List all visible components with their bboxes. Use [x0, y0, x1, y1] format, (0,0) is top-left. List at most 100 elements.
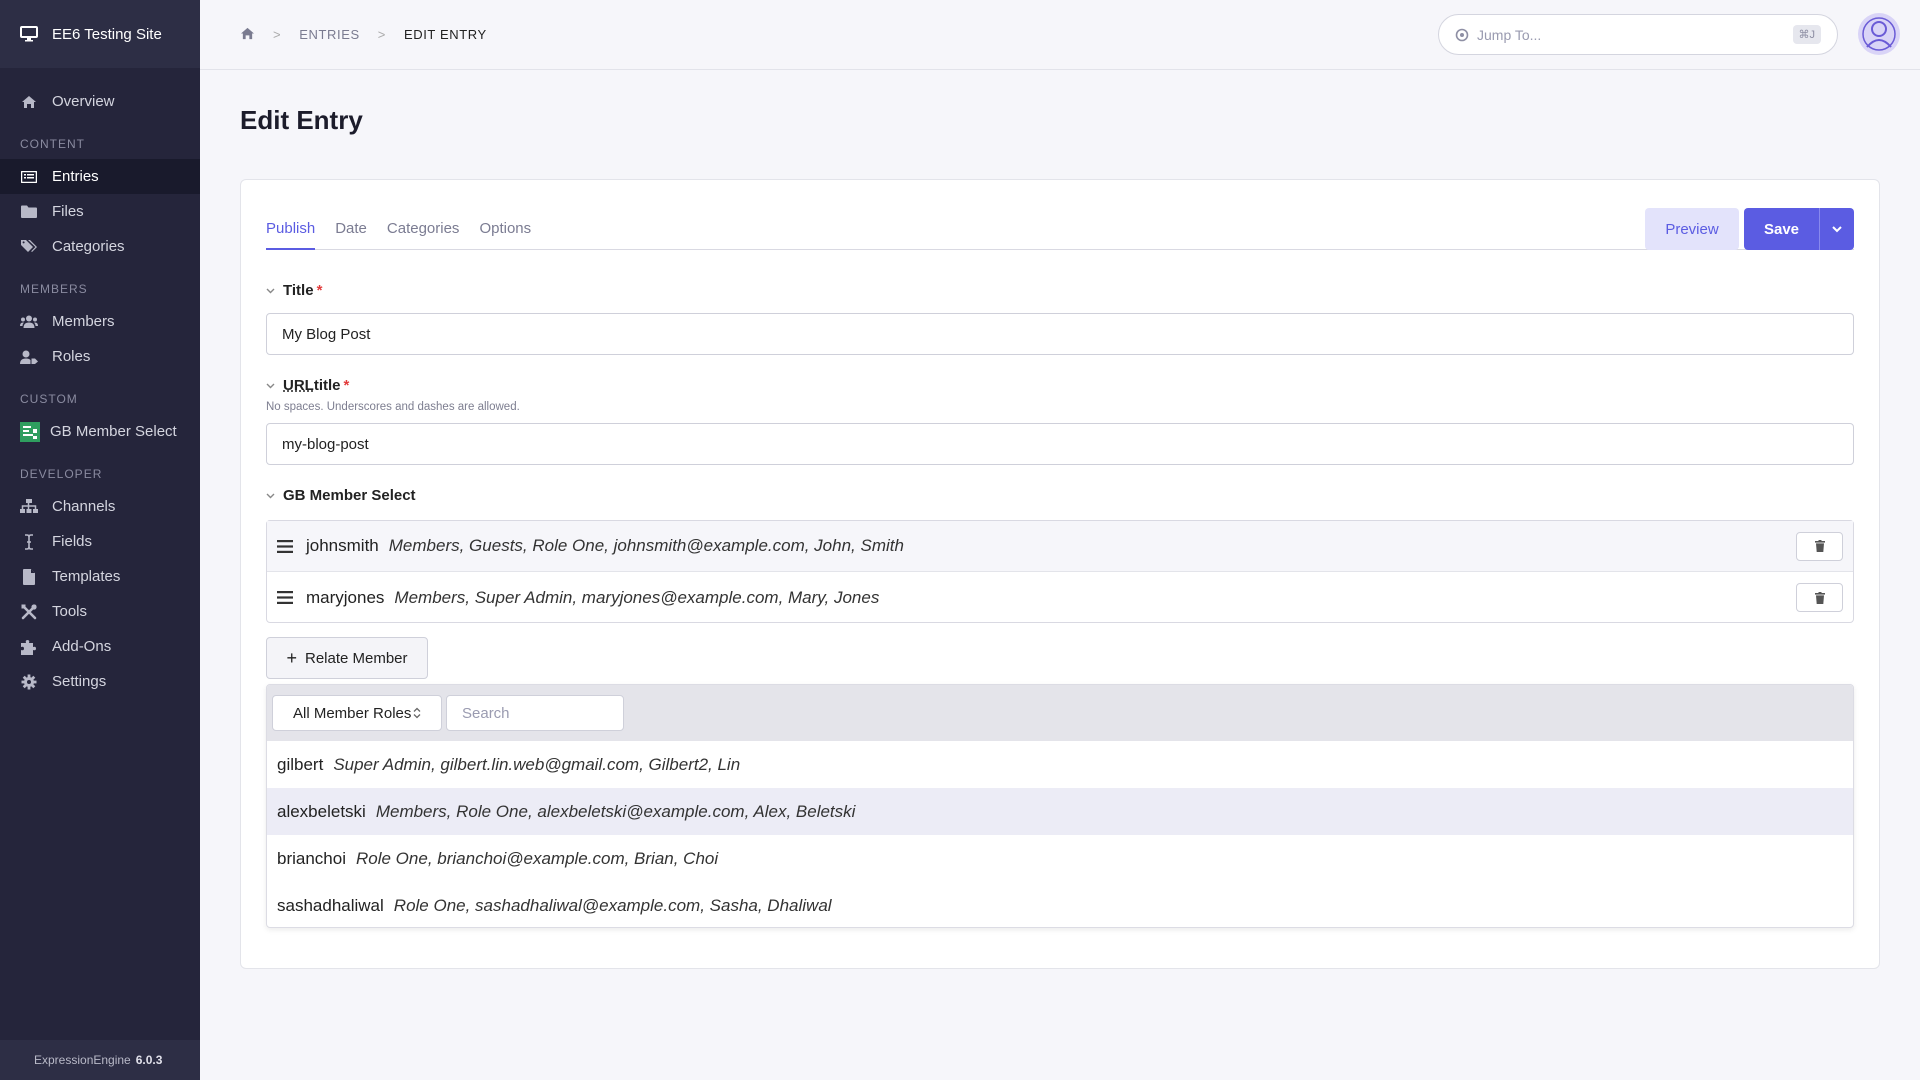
user-avatar-icon: [1862, 17, 1896, 51]
sidebar-item-label: Members: [52, 313, 115, 330]
nav-section-members: MEMBERS: [20, 282, 88, 296]
sidebar-item-settings[interactable]: Settings: [0, 664, 200, 699]
sidebar-item-entries[interactable]: Entries: [0, 159, 200, 194]
version-number: 6.0.3: [135, 1053, 163, 1067]
member-username: alexbeletski: [277, 801, 366, 821]
sidebar-item-overview[interactable]: Overview: [0, 84, 200, 119]
nav-section-custom: CUSTOM: [20, 392, 78, 406]
sidebar-item-label: Templates: [52, 568, 121, 585]
required-marker: *: [343, 377, 350, 394]
remove-member-button[interactable]: [1796, 583, 1843, 612]
sidebar-item-files[interactable]: Files: [0, 194, 200, 229]
sidebar-item-templates[interactable]: Templates: [0, 559, 200, 594]
sitemap-icon: [20, 498, 38, 516]
url-title-field-label[interactable]: URL title *: [266, 377, 349, 394]
list-item[interactable]: alexbeletski Members, Role One, alexbele…: [267, 788, 1853, 835]
sidebar-item-channels[interactable]: Channels: [0, 489, 200, 524]
sidebar-item-label: Add-Ons: [52, 638, 112, 655]
remove-member-button[interactable]: [1796, 531, 1843, 561]
page-title: Edit Entry: [240, 105, 363, 135]
role-filter-value: All Member Roles: [293, 704, 412, 722]
form-actions: Preview Save: [1645, 208, 1854, 250]
nav-section-content: CONTENT: [20, 137, 85, 151]
sidebar-item-add-ons[interactable]: Add-Ons: [0, 629, 200, 664]
sidebar-item-fields[interactable]: Fields: [0, 524, 200, 559]
jump-to-input[interactable]: Jump To... ⌘J: [1438, 14, 1838, 55]
home-icon[interactable]: [240, 27, 255, 43]
title-input[interactable]: [266, 313, 1854, 355]
sidebar-item-label: GB Member Select: [50, 423, 177, 440]
member-username: johnsmith: [306, 536, 379, 555]
nav-section-developer: DEVELOPER: [20, 467, 103, 481]
sidebar-item-label: Overview: [52, 93, 115, 110]
member-select-field-label[interactable]: GB Member Select: [266, 487, 416, 504]
version-footer: ExpressionEngine 6.0.3: [0, 1040, 200, 1080]
drag-handle-icon[interactable]: [277, 539, 295, 553]
tab-categories[interactable]: Categories: [387, 208, 460, 250]
list-item[interactable]: gilbert Super Admin, gilbert.lin.web@gma…: [267, 741, 1853, 788]
tags-icon: [20, 238, 38, 256]
url-title-input[interactable]: [266, 423, 1854, 465]
tools-icon: [20, 603, 38, 621]
relate-member-dropdown: All Member Roles gilbert Super Admin, gi…: [266, 684, 1854, 928]
member-meta: Members, Role One, alexbeletski@example.…: [375, 801, 856, 821]
required-marker: *: [316, 282, 323, 299]
site-header[interactable]: EE6 Testing Site: [0, 0, 200, 68]
member-meta: Members, Guests, Role One, johnsmith@exa…: [388, 536, 904, 555]
sidebar-item-categories[interactable]: Categories: [0, 229, 200, 264]
url-title-label-text: title: [313, 377, 341, 394]
sidebar-item-label: Roles: [52, 348, 91, 365]
list-item[interactable]: sashadhaliwal Role One, sashadhaliwal@ex…: [267, 882, 1853, 927]
member-username: brianchoi: [277, 848, 346, 868]
title-label-text: Title: [283, 282, 314, 299]
relate-member-button[interactable]: + Relate Member: [266, 637, 428, 679]
drag-handle-icon[interactable]: [277, 591, 295, 604]
version-label: ExpressionEngine: [34, 1053, 131, 1067]
sidebar-nav: Overview CONTENT Entries Files Categorie…: [0, 68, 200, 699]
relate-toolbar: All Member Roles: [267, 685, 1853, 741]
tab-options[interactable]: Options: [479, 208, 531, 250]
sidebar-item-roles[interactable]: Roles: [0, 339, 200, 374]
entries-icon: [20, 168, 38, 186]
sidebar-item-tools[interactable]: Tools: [0, 594, 200, 629]
preview-button[interactable]: Preview: [1645, 208, 1739, 250]
text-cursor-icon: [20, 533, 38, 551]
tab-publish[interactable]: Publish: [266, 208, 316, 250]
url-title-hint: No spaces. Underscores and dashes are al…: [266, 401, 520, 413]
list-item[interactable]: brianchoi Role One, brianchoi@example.co…: [267, 835, 1853, 882]
puzzle-icon: [20, 638, 38, 656]
trash-icon: [1814, 540, 1825, 552]
relate-member-label: Relate Member: [304, 649, 408, 667]
list-item: johnsmith Members, Guests, Role One, joh…: [267, 521, 1853, 572]
gear-icon: [20, 673, 38, 691]
sidebar-item-label: Entries: [52, 168, 99, 185]
edit-entry-panel: Publish Date Categories Options Preview …: [240, 179, 1880, 969]
folder-icon: [20, 203, 38, 221]
url-abbr: URL: [283, 377, 314, 394]
avatar[interactable]: [1858, 13, 1900, 55]
sidebar-item-gb-member-select[interactable]: GB Member Select: [0, 414, 200, 449]
sidebar-item-members[interactable]: Members: [0, 304, 200, 339]
role-filter-select[interactable]: All Member Roles: [272, 695, 442, 731]
save-button[interactable]: Save: [1744, 208, 1819, 250]
breadcrumb-separator: >: [377, 27, 386, 42]
breadcrumb-entries[interactable]: ENTRIES: [299, 27, 360, 42]
title-field-label[interactable]: Title *: [266, 282, 322, 299]
member-username: gilbert: [277, 754, 324, 774]
home-icon: [20, 93, 38, 111]
member-meta: Role One, sashadhaliwal@example.com, Sas…: [393, 895, 832, 915]
breadcrumb-separator: >: [273, 27, 282, 42]
topbar: > ENTRIES > EDIT ENTRY Jump To... ⌘J: [200, 0, 1920, 70]
list-item: maryjones Members, Super Admin, maryjone…: [267, 572, 1853, 623]
member-meta: Super Admin, gilbert.lin.web@gmail.com, …: [333, 754, 741, 774]
jump-shortcut: ⌘J: [1792, 25, 1821, 44]
trash-icon: [1814, 591, 1825, 604]
member-search-input[interactable]: [446, 695, 624, 731]
chevron-down-icon: [266, 383, 275, 388]
sidebar-item-label: Fields: [52, 533, 93, 550]
jump-to-placeholder: Jump To...: [1477, 26, 1542, 43]
save-options-button[interactable]: [1819, 208, 1854, 250]
addon-logo-icon: [20, 421, 40, 442]
user-tag-icon: [20, 348, 38, 366]
tab-date[interactable]: Date: [335, 208, 367, 250]
